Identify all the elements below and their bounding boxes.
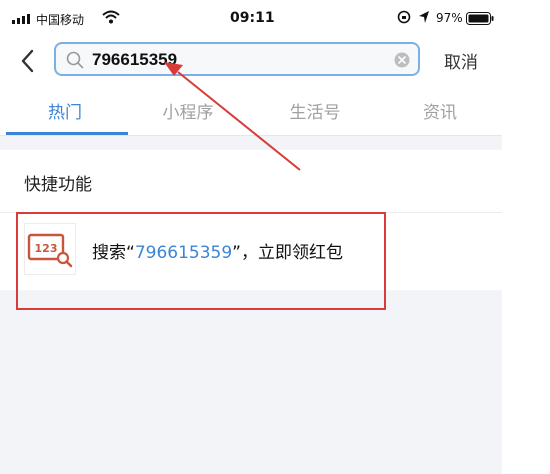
tab-news[interactable]: 资讯 xyxy=(395,98,485,123)
search-box[interactable] xyxy=(54,42,420,76)
clear-icon xyxy=(394,52,410,68)
annotation-highlight-box xyxy=(16,212,386,310)
search-input[interactable] xyxy=(90,46,394,74)
search-icon xyxy=(66,51,84,69)
rotation-lock-icon xyxy=(397,10,411,24)
active-tab-indicator xyxy=(6,132,128,135)
tab-hot[interactable]: 热门 xyxy=(20,98,110,123)
status-bar: 中国移动 09:11 97% xyxy=(0,0,502,38)
carrier-name: 中国移动 xyxy=(36,13,85,27)
battery-icon xyxy=(466,12,494,25)
wifi-icon xyxy=(102,10,120,24)
signal-icon xyxy=(12,14,30,24)
tab-mini-programs[interactable]: 小程序 xyxy=(143,98,233,123)
search-header: 取消 xyxy=(0,38,502,84)
chevron-left-icon xyxy=(21,49,34,73)
location-icon xyxy=(419,11,429,23)
battery-percentage: 97% xyxy=(436,11,463,25)
tab-bar: 热门 小程序 生活号 资讯 xyxy=(0,84,502,136)
cancel-button[interactable]: 取消 xyxy=(444,48,478,73)
back-button[interactable] xyxy=(14,46,42,76)
clear-search-button[interactable] xyxy=(394,52,410,72)
tab-life-accounts[interactable]: 生活号 xyxy=(270,98,360,123)
status-time: 09:11 xyxy=(230,10,275,26)
section-title: 快捷功能 xyxy=(24,175,92,195)
